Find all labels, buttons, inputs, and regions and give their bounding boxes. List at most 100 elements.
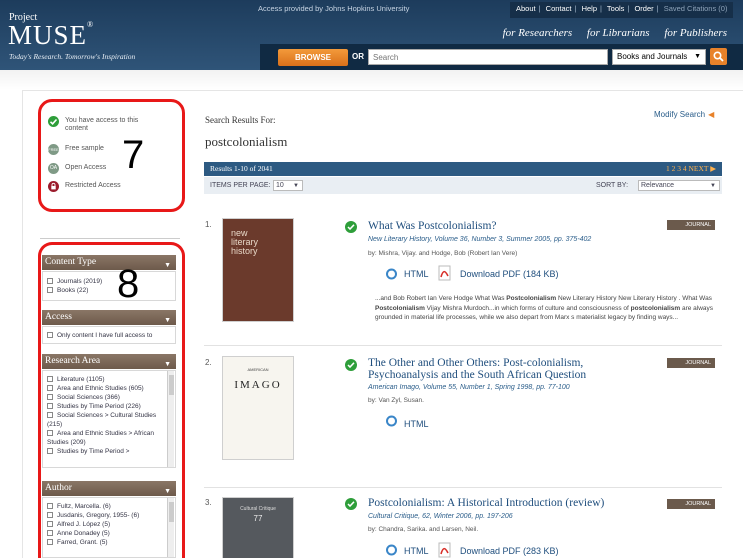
chevron-down-icon: ▼ [710, 183, 716, 189]
arrow-left-icon: ◀ [708, 110, 715, 119]
site-header: Project MUSE® Today's Research. Tomorrow… [0, 0, 743, 70]
result-source-link[interactable]: New Literary History, Volume 36, Number … [368, 236, 591, 243]
saved-citations-link[interactable]: Saved Citations (0) [664, 4, 728, 13]
items-per-page-value: 10 [276, 182, 284, 189]
access-check-icon [345, 221, 357, 233]
modify-search-link[interactable]: Modify Search ◀ [654, 110, 714, 119]
snippet-highlight: Postcolonialism [375, 304, 425, 312]
page-4-link[interactable]: 4 [683, 164, 687, 173]
about-link[interactable]: About [516, 4, 536, 13]
contact-link[interactable]: Contact [546, 4, 572, 13]
items-per-page-label: ITEMS PER PAGE: [210, 182, 271, 189]
result-number: 2. [205, 358, 212, 367]
result-authors: by: Chandra, Sarika. and Larsen, Neil. [368, 526, 479, 533]
snippet-text: Vijay Mishra Murdoch...in which forms of… [424, 304, 631, 312]
left-divider [40, 238, 180, 239]
result-title-link[interactable]: Postcolonialism: A Historical Introducti… [368, 497, 604, 509]
result-authors: by: Mishra, Vijay. and Hodge, Bob (Rober… [368, 250, 518, 257]
result-source-link[interactable]: American Imago, Volume 55, Number 1, Spr… [368, 384, 570, 391]
snippet-text: ...and Bob Robert Ian Vere Hodge What Wa… [375, 295, 507, 302]
sort-by-value: Relevance [641, 182, 675, 189]
sort-by-select[interactable]: Relevance ▼ [638, 180, 720, 191]
tools-link[interactable]: Tools [607, 4, 625, 13]
search-go-button[interactable] [710, 48, 727, 65]
html-link[interactable]: HTML [404, 269, 429, 279]
search-bar: BROWSE OR Books and Journals ▼ [260, 44, 743, 70]
result-title-link[interactable]: What Was Postcolonialism? [368, 220, 497, 232]
search-input[interactable] [368, 49, 608, 65]
snippet-text: New Literary History New Literary Histor… [556, 295, 712, 302]
html-link[interactable]: HTML [404, 546, 429, 556]
html-icon[interactable] [385, 543, 398, 556]
pdf-icon[interactable] [438, 542, 452, 558]
cover-title-text: IMAGO [234, 379, 282, 391]
download-pdf-link[interactable]: Download PDF (283 KB) [460, 546, 559, 556]
pdf-icon[interactable] [438, 265, 452, 281]
access-check-icon [345, 359, 357, 371]
logo-tagline: Today's Research. Tomorrow's Inspiration [9, 52, 136, 61]
modify-search-label: Modify Search [654, 110, 706, 119]
access-provided-note: Access provided by Johns Hopkins Univers… [258, 4, 410, 13]
cover-issue-number: 77 [253, 514, 263, 523]
result-authors: by: Van Zyl, Susan. [368, 397, 424, 404]
journal-badge: JOURNAL [667, 499, 715, 509]
results-count: Results 1-10 of 2041 [210, 164, 273, 173]
html-icon[interactable] [385, 267, 398, 280]
cover-image-new-literary-history[interactable]: new literary history [222, 218, 294, 322]
page: Project MUSE® Today's Research. Tomorrow… [0, 0, 743, 558]
html-link[interactable]: HTML [404, 419, 429, 429]
header-shadow [0, 70, 743, 90]
order-link[interactable]: Order [634, 4, 653, 13]
sort-by-label: SORT BY: [596, 182, 629, 189]
audience-nav: for Researchers for Librarians for Publi… [491, 27, 727, 39]
next-page-link[interactable]: NEXT ▶ [688, 164, 716, 173]
annotation-box-7 [38, 99, 185, 212]
results-options-bar: ITEMS PER PAGE: 10 ▼ SORT BY: Relevance ▼ [204, 177, 722, 194]
registered-mark: ® [87, 20, 95, 29]
result-number: 1. [205, 220, 212, 229]
result-snippet: ...and Bob Robert Ian Vere Hodge What Wa… [375, 294, 715, 323]
pagination: 1 2 3 4 NEXT ▶ [666, 162, 716, 176]
download-pdf-link[interactable]: Download PDF (184 KB) [460, 269, 559, 279]
search-results-label: Search Results For: [205, 115, 276, 125]
snippet-highlight: Postcolonialism [506, 295, 557, 302]
result-title-link[interactable]: The Other and Other Others: Post-colonia… [368, 357, 638, 381]
annotation-number-8: 8 [117, 262, 140, 306]
result-divider [204, 487, 722, 488]
for-publishers-link[interactable]: for Publishers [664, 27, 727, 39]
for-researchers-link[interactable]: for Researchers [503, 27, 573, 39]
cover-title-text: new literary history [231, 228, 259, 256]
search-scope-select[interactable]: Books and Journals ▼ [612, 49, 706, 65]
search-query: postcolonialism [205, 134, 288, 149]
result-source-link[interactable]: Cultural Critique, 62, Winter 2006, pp. … [368, 513, 513, 520]
chevron-down-icon: ▼ [694, 53, 701, 60]
cover-title-text: Cultural Critique [240, 506, 276, 512]
cover-small-text: AMERICAN [247, 367, 269, 372]
logo-muse-text: MUSE [8, 20, 88, 50]
browse-button[interactable]: BROWSE [278, 49, 348, 66]
cover-image-american-imago[interactable]: AMERICAN IMAGO [222, 356, 294, 460]
result-number: 3. [205, 498, 212, 507]
access-check-icon [345, 498, 357, 510]
cover-image-cultural-critique[interactable]: Cultural Critique 77 [222, 497, 294, 558]
result-divider [204, 345, 722, 346]
or-label: OR [352, 52, 364, 61]
page-3-link[interactable]: 3 [677, 164, 681, 173]
page-1-link[interactable]: 1 [666, 164, 670, 173]
chevron-down-icon: ▼ [293, 183, 299, 189]
html-icon[interactable] [385, 414, 398, 427]
search-icon [713, 51, 724, 62]
top-links: About | Contact | Help | Tools | Order | Save… [510, 2, 734, 18]
for-librarians-link[interactable]: for Librarians [587, 27, 650, 39]
journal-badge: JOURNAL [667, 220, 715, 230]
results-count-bar: Results 1-10 of 2041 1 2 3 4 NEXT ▶ [204, 162, 722, 176]
help-link[interactable]: Help [582, 4, 597, 13]
snippet-highlight: postcolonialism [630, 304, 681, 312]
logo-muse[interactable]: MUSE® [8, 20, 94, 51]
page-2-link[interactable]: 2 [672, 164, 676, 173]
annotation-box-8 [38, 242, 185, 558]
arrow-right-icon: ▶ [710, 164, 716, 173]
annotation-number-7: 7 [122, 133, 145, 177]
items-per-page-select[interactable]: 10 ▼ [273, 180, 303, 191]
scope-value: Books and Journals [617, 52, 688, 61]
